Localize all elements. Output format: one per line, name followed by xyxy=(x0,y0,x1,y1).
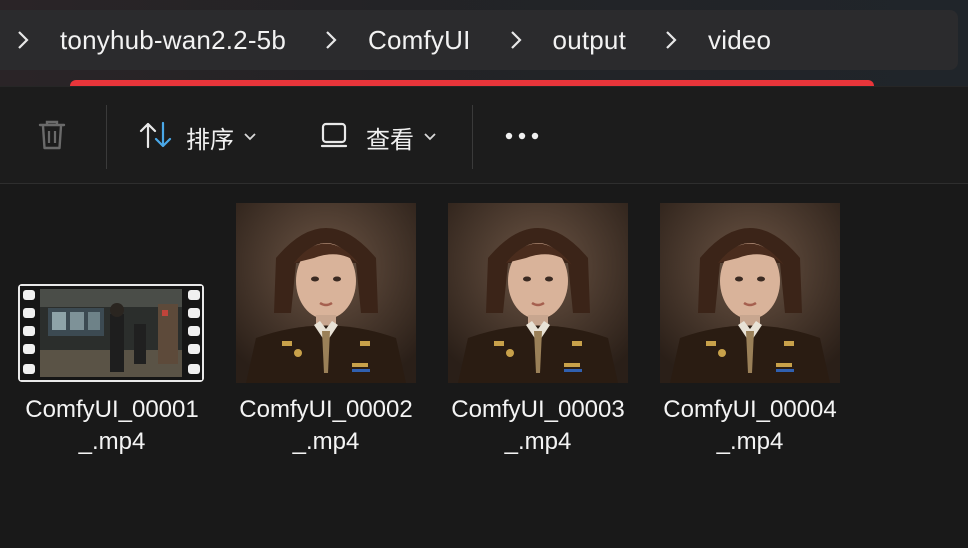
file-item[interactable]: ComfyUI_00002 _.mp4 xyxy=(220,200,432,460)
toolbar-divider xyxy=(472,105,473,169)
breadcrumb-label: tonyhub-wan2.2-5b xyxy=(60,24,286,55)
chevron-down-icon xyxy=(244,128,256,146)
delete-button[interactable] xyxy=(36,117,68,157)
sort-label: 排序 xyxy=(186,126,234,154)
breadcrumb-label: video xyxy=(708,24,772,55)
more-options-button[interactable] xyxy=(504,117,540,157)
chevron-right-icon xyxy=(493,30,539,50)
breadcrumb-separator[interactable] xyxy=(648,10,694,70)
portrait-thumbnail-image xyxy=(660,203,840,383)
breadcrumb-item-output[interactable]: output xyxy=(539,10,649,70)
file-item[interactable]: ComfyUI_00004 _.mp4 xyxy=(644,200,856,460)
video-thumbnail xyxy=(236,203,416,383)
view-button[interactable]: 查看 xyxy=(320,117,436,157)
video-thumbnail xyxy=(18,284,204,382)
chevron-right-icon xyxy=(648,30,694,50)
breadcrumb-item-tonyhub[interactable]: tonyhub-wan2.2-5b xyxy=(46,10,308,70)
file-name: ComfyUI_00002 _.mp4 xyxy=(239,396,413,455)
file-name: ComfyUI_00003 _.mp4 xyxy=(451,396,625,455)
breadcrumb: tonyhub-wan2.2-5b ComfyUI output video xyxy=(0,10,958,70)
portrait-thumbnail-image xyxy=(448,203,628,383)
file-name: ComfyUI_00001 _.mp4 xyxy=(25,396,199,455)
breadcrumb-item-comfyui[interactable]: ComfyUI xyxy=(354,10,493,70)
chevron-right-icon xyxy=(0,30,46,50)
view-layout-icon xyxy=(320,122,348,153)
video-thumbnail xyxy=(660,203,840,383)
toolbar-divider xyxy=(106,105,107,169)
breadcrumb-label: ComfyUI xyxy=(368,24,471,55)
film-strip-icon xyxy=(18,284,204,382)
breadcrumb-separator[interactable] xyxy=(493,10,539,70)
command-bar: 排序 查看 xyxy=(0,87,968,184)
file-name: ComfyUI_00004 _.mp4 xyxy=(663,396,837,455)
breadcrumb-label: output xyxy=(552,24,627,55)
view-label: 查看 xyxy=(366,126,414,154)
breadcrumb-item-video[interactable]: video xyxy=(694,10,793,70)
trash-icon xyxy=(36,118,68,157)
breadcrumb-root-chevron[interactable] xyxy=(0,10,46,70)
video-thumbnail xyxy=(448,203,628,383)
more-icon xyxy=(504,128,540,146)
chevron-down-icon xyxy=(424,128,436,146)
portrait-thumbnail-image xyxy=(236,203,416,383)
sort-arrows-icon xyxy=(138,120,174,155)
file-item[interactable]: ComfyUI_00003 _.mp4 xyxy=(432,200,644,460)
breadcrumb-separator[interactable] xyxy=(308,10,354,70)
chevron-right-icon xyxy=(308,30,354,50)
sort-button[interactable]: 排序 xyxy=(138,117,256,157)
